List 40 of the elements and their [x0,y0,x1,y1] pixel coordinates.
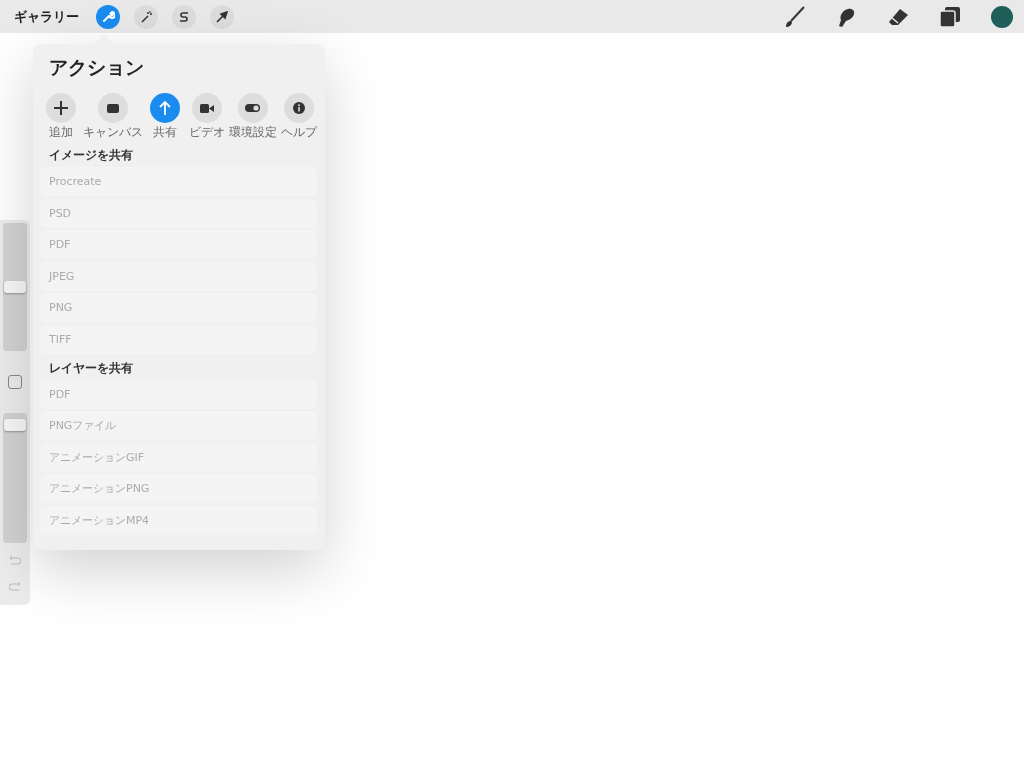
brush-icon [783,5,805,28]
slider-thumb[interactable] [4,418,26,431]
wrench-button[interactable] [96,4,120,29]
action-tab[interactable]: 環境設定 [228,93,277,141]
export-option[interactable]: PNG [40,293,317,322]
action-tab[interactable]: 追加 [42,93,80,141]
export-option[interactable]: PDF [40,379,317,409]
arrow-cursor-icon [216,10,228,23]
selection-button[interactable] [172,4,196,29]
plus-icon [54,101,68,115]
slider-thumb[interactable] [4,281,26,293]
export-option[interactable]: TIFF [40,324,317,354]
section-heading: イメージを共有 [49,147,134,164]
export-option[interactable]: PNGファイル [40,411,317,440]
brush-size-slider[interactable] [3,223,27,351]
export-option[interactable]: Procreate [40,167,317,196]
toggle-icon [245,104,261,112]
export-option[interactable]: JPEG [40,261,317,291]
info-icon [292,102,305,114]
section-heading: レイヤーを共有 [49,359,134,377]
move-button[interactable] [210,4,234,29]
selection-s-icon [179,10,189,23]
opacity-slider[interactable] [3,413,27,543]
gallery-link[interactable]: ギャラリー [14,7,79,26]
export-option[interactable]: PDF [40,230,317,259]
action-tab[interactable]: 共有 [146,93,185,141]
magic-wand-icon [140,10,152,23]
action-tab[interactable]: ヘルプ [279,93,318,141]
eraser-icon [887,7,909,26]
panel-title: アクション [49,55,145,80]
export-option[interactable]: PSD [40,198,317,228]
canvas-icon [107,103,120,113]
arrow-up-icon [159,101,172,115]
layers-icon [940,6,960,27]
wrench-icon [101,10,115,23]
wand-button[interactable] [134,4,158,29]
action-tab[interactable]: ビデオ [187,93,226,141]
modify-button[interactable] [8,375,22,389]
action-tab[interactable]: キャンバス [83,93,144,141]
video-camera-icon [199,103,214,113]
